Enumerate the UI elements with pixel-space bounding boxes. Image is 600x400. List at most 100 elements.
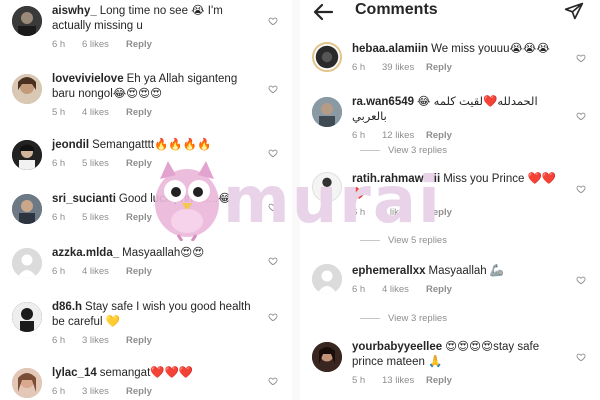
avatar[interactable] xyxy=(12,140,42,170)
reply-button[interactable]: Reply xyxy=(126,158,152,169)
comment-username[interactable]: jeondil xyxy=(52,139,89,151)
comment-text-block: azzka.mlda_ Masyaallah😍😍 xyxy=(52,246,258,261)
comment-body: aiswhy_ Long time no see 😭 I'm actually m… xyxy=(52,4,258,50)
comment-likes[interactable]: 13 likes xyxy=(382,375,426,386)
comment-time: 6 h xyxy=(352,207,366,218)
comment-time: 6 h xyxy=(352,62,366,73)
view-replies-button[interactable]: View 5 replies xyxy=(360,235,447,246)
comment-likes[interactable]: 39 likes xyxy=(382,62,426,73)
comment-time: 6 h xyxy=(352,130,366,141)
comment-meta: 6 h 5 likes Reply xyxy=(52,212,258,223)
comment-text-block: hebaa.alamiin We miss youuu😭😭😭 xyxy=(352,42,566,57)
comment-username[interactable]: ratih.rahmawatii xyxy=(352,173,440,185)
like-heart-icon[interactable] xyxy=(576,111,586,121)
avatar[interactable] xyxy=(12,74,42,104)
comment-username[interactable]: ephemerallxx xyxy=(352,265,426,277)
reply-button[interactable]: Reply xyxy=(126,266,152,277)
comment-text: Masyaallah😍😍 xyxy=(122,247,205,259)
comment-username[interactable]: lylac_14 xyxy=(52,367,97,379)
like-heart-icon[interactable] xyxy=(576,53,586,63)
comment-text-block: yourbabyyeellee 😍😍😍😍stay safe prince mate… xyxy=(352,340,566,370)
avatar[interactable] xyxy=(12,194,42,224)
reply-button[interactable]: Reply xyxy=(126,386,152,397)
comments-header: Comments xyxy=(300,0,600,28)
comment-text: Semangatttt🔥🔥🔥🔥 xyxy=(92,139,212,151)
comment-text-block: ephemerallxx Masyaallah 🦾 xyxy=(352,264,566,279)
right-comments-panel: Comments hebaa.alamiin We miss youuu😭😭😭 6… xyxy=(300,0,600,400)
comment-username[interactable]: lovevivielove xyxy=(52,73,124,85)
reply-button[interactable]: Reply xyxy=(426,207,452,218)
comment-meta: 5 h 4 likes Reply xyxy=(52,107,258,118)
like-heart-icon[interactable] xyxy=(268,376,278,386)
comment-time: 5 h xyxy=(352,375,366,386)
comment-likes[interactable]: 12 likes xyxy=(382,130,426,141)
comment-likes[interactable]: 6 likes xyxy=(82,39,126,50)
avatar[interactable] xyxy=(312,342,342,372)
reply-button[interactable]: Reply xyxy=(426,284,452,295)
avatar[interactable] xyxy=(312,42,342,72)
avatar[interactable] xyxy=(12,6,42,36)
comment-meta: 6 h 7 likes Reply xyxy=(352,207,566,218)
avatar[interactable] xyxy=(312,172,342,202)
comment-body: hebaa.alamiin We miss youuu😭😭😭 6 h 39 lik… xyxy=(352,42,566,73)
like-heart-icon[interactable] xyxy=(268,256,278,266)
comment-text-block: aiswhy_ Long time no see 😭 I'm actually m… xyxy=(52,4,258,34)
avatar[interactable] xyxy=(12,302,42,332)
avatar[interactable] xyxy=(312,97,342,127)
comment-username[interactable]: yourbabyyeellee xyxy=(352,341,442,353)
comment-body: lylac_14 semangat❤️❤️❤️ 6 h 3 likes Reply xyxy=(52,366,258,397)
comment-text-block: lylac_14 semangat❤️❤️❤️ xyxy=(52,366,258,381)
comment-text: Good luck prince....😂 xyxy=(118,193,232,205)
comment-username[interactable]: d86.h xyxy=(52,301,82,313)
like-heart-icon[interactable] xyxy=(268,148,278,158)
back-arrow-icon[interactable] xyxy=(312,2,334,22)
panel-divider xyxy=(292,0,300,400)
comment-meta: 5 h 13 likes Reply xyxy=(352,375,566,386)
view-replies-label: View 3 replies xyxy=(388,145,447,156)
like-heart-icon[interactable] xyxy=(576,275,586,285)
comment-likes[interactable]: 3 likes xyxy=(82,386,126,397)
comment-meta: 6 h 3 likes Reply xyxy=(52,335,258,346)
replies-divider-line xyxy=(360,240,380,241)
comment-username[interactable]: ra.wan6549 xyxy=(352,96,414,108)
like-heart-icon[interactable] xyxy=(268,202,278,212)
comment-body: sri_sucianti Good luck prince....😂 6 h 5 … xyxy=(52,192,258,223)
replies-divider-line xyxy=(360,150,380,151)
comment-username[interactable]: hebaa.alamiin xyxy=(352,43,428,55)
comment-time: 6 h xyxy=(352,284,366,295)
reply-button[interactable]: Reply xyxy=(126,335,152,346)
comment-username[interactable]: sri_sucianti xyxy=(52,193,116,205)
reply-button[interactable]: Reply xyxy=(426,130,452,141)
comment-body: ephemerallxx Masyaallah 🦾 6 h 4 likes Rep… xyxy=(352,264,566,295)
avatar[interactable] xyxy=(12,368,42,398)
comment-likes[interactable]: 3 likes xyxy=(82,335,126,346)
comment-likes[interactable]: 5 likes xyxy=(82,212,126,223)
like-heart-icon[interactable] xyxy=(576,352,586,362)
comment-time: 6 h xyxy=(52,335,66,346)
avatar-placeholder[interactable] xyxy=(312,264,342,294)
avatar-placeholder[interactable] xyxy=(12,248,42,278)
comment-likes[interactable]: 4 likes xyxy=(82,107,126,118)
reply-button[interactable]: Reply xyxy=(126,212,152,223)
comment-likes[interactable]: 4 likes xyxy=(382,284,426,295)
comment-likes[interactable]: 4 likes xyxy=(82,266,126,277)
view-replies-button[interactable]: View 3 replies xyxy=(360,313,447,324)
comment-body: ra.wan6549 😂 الحمدلله❤️لقيت كلمه بالعربي … xyxy=(352,95,566,141)
comment-likes[interactable]: 7 likes xyxy=(382,207,426,218)
view-replies-button[interactable]: View 3 replies xyxy=(360,145,447,156)
like-heart-icon[interactable] xyxy=(268,84,278,94)
comment-likes[interactable]: 5 likes xyxy=(82,158,126,169)
reply-button[interactable]: Reply xyxy=(426,62,452,73)
comment-text-block: sri_sucianti Good luck prince....😂 xyxy=(52,192,258,207)
left-comments-panel: aiswhy_ Long time no see 😭 I'm actually m… xyxy=(0,0,292,400)
comment-username[interactable]: aiswhy_ xyxy=(52,5,97,17)
send-icon[interactable] xyxy=(564,1,584,21)
reply-button[interactable]: Reply xyxy=(126,107,152,118)
comment-username[interactable]: azzka.mlda_ xyxy=(52,247,119,259)
reply-button[interactable]: Reply xyxy=(126,39,152,50)
like-heart-icon[interactable] xyxy=(576,184,586,194)
reply-button[interactable]: Reply xyxy=(426,375,452,386)
like-heart-icon[interactable] xyxy=(268,312,278,322)
comment-body: yourbabyyeellee 😍😍😍😍stay safe prince mate… xyxy=(352,340,566,386)
like-heart-icon[interactable] xyxy=(268,16,278,26)
